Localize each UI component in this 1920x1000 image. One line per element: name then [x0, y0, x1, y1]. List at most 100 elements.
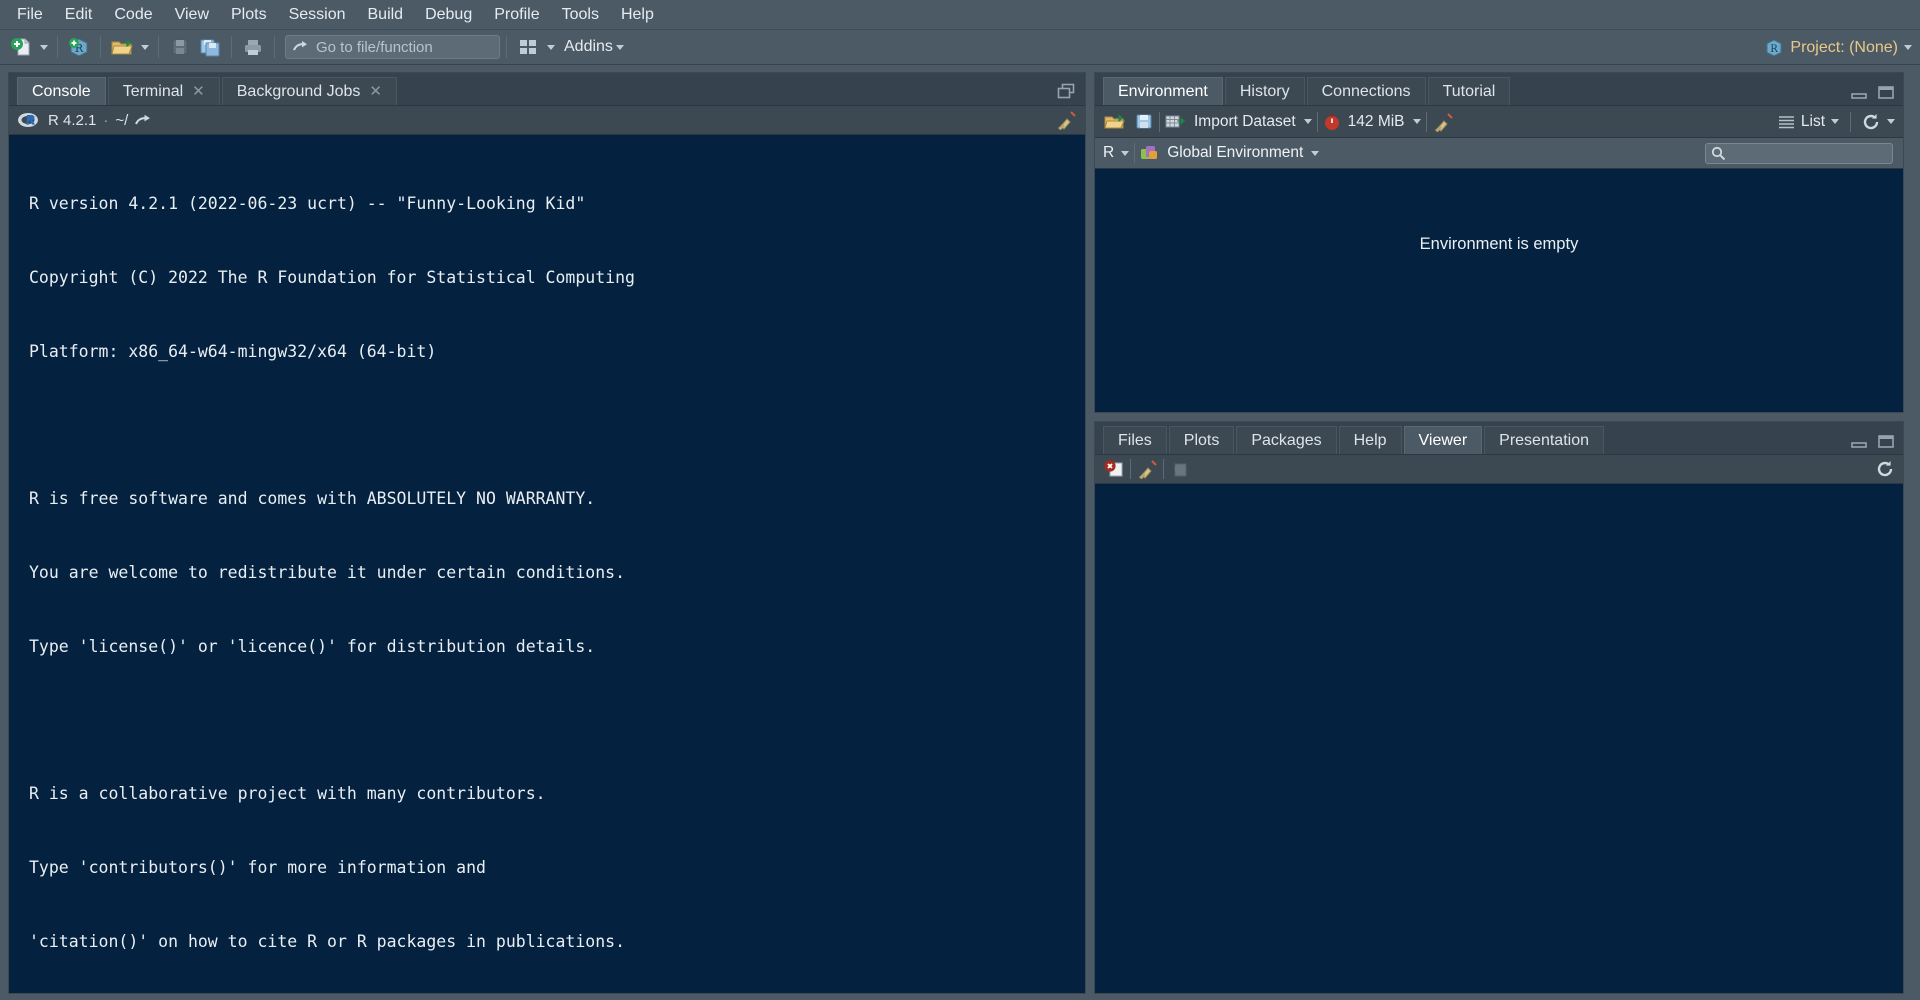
working-directory-label: ~/ — [115, 111, 129, 129]
menu-item-help[interactable]: Help — [610, 3, 665, 27]
project-selector[interactable]: R Project: (None) — [1764, 30, 1912, 65]
print-button[interactable] — [238, 33, 268, 61]
tab-history-label: History — [1239, 82, 1290, 100]
save-all-icon — [199, 37, 221, 57]
tab-terminal[interactable]: Terminal ✕ — [107, 77, 220, 105]
memory-usage-icon — [1323, 113, 1341, 131]
addins-dropdown[interactable] — [613, 33, 628, 61]
subbar-separator: · — [103, 111, 109, 129]
tab-packages-label: Packages — [1251, 431, 1322, 449]
maximize-pane-icon[interactable] — [1877, 434, 1895, 449]
viewer-contents[interactable] — [1095, 484, 1903, 993]
view-mode-label[interactable]: List — [1801, 113, 1825, 131]
close-icon[interactable]: ✕ — [369, 84, 382, 99]
menu-item-file[interactable]: File — [6, 3, 54, 27]
memory-usage-label[interactable]: 142 MiB — [1348, 113, 1405, 131]
tab-packages[interactable]: Packages — [1236, 426, 1337, 454]
toolbar-separator — [274, 36, 275, 58]
viewer-toolbar-right — [1876, 460, 1895, 478]
memory-usage-dropdown-caret[interactable] — [1412, 119, 1421, 124]
menu-item-code[interactable]: Code — [103, 3, 163, 27]
tab-help[interactable]: Help — [1338, 426, 1402, 454]
list-view-icon[interactable] — [1778, 115, 1795, 129]
new-project-icon: R — [68, 36, 90, 58]
open-file-button[interactable] — [107, 33, 137, 61]
maximize-pane-icon[interactable] — [1877, 85, 1895, 100]
global-environment-icon — [1140, 144, 1159, 162]
tab-connections[interactable]: Connections — [1306, 77, 1426, 105]
environment-toolbar: Import Dataset 142 MiB List — [1095, 106, 1903, 138]
tab-tutorial[interactable]: Tutorial — [1427, 77, 1511, 105]
toolbar-separator — [231, 36, 232, 58]
tab-terminal-label: Terminal — [122, 82, 184, 100]
menu-item-build[interactable]: Build — [357, 3, 415, 27]
menu-item-session[interactable]: Session — [278, 3, 357, 27]
broom-clear-icon[interactable] — [1055, 110, 1077, 131]
project-dropdown-caret[interactable] — [1904, 45, 1912, 50]
goto-file-function-input[interactable]: Go to file/function — [285, 35, 500, 59]
tab-files[interactable]: Files — [1103, 426, 1167, 454]
tab-history[interactable]: History — [1224, 77, 1305, 105]
save-all-button[interactable] — [195, 33, 225, 61]
menu-item-view[interactable]: View — [164, 3, 220, 27]
environment-scope-bar: R Global Environment — [1095, 138, 1903, 169]
workspace-panes-button[interactable] — [513, 33, 543, 61]
menu-item-debug[interactable]: Debug — [414, 3, 483, 27]
open-in-new-window-icon[interactable] — [135, 113, 152, 128]
view-mode-dropdown-caret[interactable] — [1831, 119, 1839, 124]
stop-page-icon[interactable] — [1103, 459, 1125, 479]
minimize-pane-icon[interactable] — [1850, 434, 1868, 449]
refresh-dropdown-caret[interactable] — [1887, 119, 1895, 124]
new-project-button[interactable]: R — [64, 33, 94, 61]
open-file-dropdown[interactable] — [137, 33, 152, 61]
tab-connections-label: Connections — [1321, 82, 1411, 100]
tab-console-label: Console — [32, 82, 91, 100]
close-icon[interactable]: ✕ — [192, 84, 205, 99]
show-in-new-window-icon[interactable] — [1169, 460, 1189, 479]
save-workspace-icon[interactable] — [1134, 112, 1154, 131]
menu-item-profile[interactable]: Profile — [483, 3, 550, 27]
tab-background-jobs[interactable]: Background Jobs ✕ — [221, 77, 397, 105]
refresh-icon[interactable] — [1862, 113, 1881, 131]
import-dataset-icon[interactable] — [1165, 113, 1187, 131]
environment-search-input[interactable] — [1705, 142, 1893, 164]
import-dataset-dropdown-caret[interactable] — [1303, 119, 1312, 124]
tab-environment[interactable]: Environment — [1103, 77, 1223, 105]
open-folder-icon — [110, 36, 134, 58]
environment-language-dropdown-caret[interactable] — [1121, 150, 1130, 156]
import-dataset-label[interactable]: Import Dataset — [1194, 113, 1296, 131]
viewer-toolbar — [1095, 455, 1903, 484]
tab-presentation[interactable]: Presentation — [1484, 426, 1604, 454]
menu-bar: File Edit Code View Plots Session Build … — [0, 0, 1920, 30]
menu-item-tools[interactable]: Tools — [551, 3, 610, 27]
tab-viewer[interactable]: Viewer — [1403, 426, 1483, 454]
workspace: Console Terminal ✕ Background Jobs ✕ R 4… — [0, 66, 1920, 1000]
new-file-button[interactable] — [6, 33, 36, 61]
toolbar-separator — [1134, 143, 1136, 163]
tab-plots[interactable]: Plots — [1168, 426, 1235, 454]
save-icon — [170, 37, 190, 57]
environment-language-label[interactable]: R — [1103, 144, 1114, 162]
global-environment-dropdown-caret[interactable] — [1311, 150, 1320, 156]
tab-console[interactable]: Console — [17, 77, 106, 105]
console-output[interactable]: R version 4.2.1 (2022-06-23 ucrt) -- "Fu… — [9, 135, 1085, 993]
save-button[interactable] — [165, 33, 195, 61]
console-subbar-right — [1055, 110, 1077, 131]
addins-button[interactable]: Addins — [564, 38, 613, 56]
global-environment-label[interactable]: Global Environment — [1167, 144, 1303, 162]
right-pane-column: Environment History Connections Tutorial — [1094, 72, 1904, 994]
menu-item-plots[interactable]: Plots — [220, 3, 278, 27]
broom-clear-icon[interactable] — [1432, 112, 1454, 132]
workspace-panes-dropdown[interactable] — [543, 33, 558, 61]
menu-item-edit[interactable]: Edit — [54, 3, 104, 27]
refresh-icon[interactable] — [1876, 460, 1895, 478]
new-file-dropdown[interactable] — [36, 33, 51, 61]
broom-clear-icon[interactable] — [1136, 459, 1158, 480]
minimize-pane-icon[interactable] — [1850, 85, 1868, 100]
open-workspace-icon[interactable] — [1103, 112, 1126, 132]
environment-tabstrip: Environment History Connections Tutorial — [1095, 73, 1903, 106]
toolbar-separator — [506, 36, 507, 58]
main-toolbar: R Go to file/function Addins R Project: … — [0, 30, 1920, 65]
restore-window-icon[interactable] — [1057, 83, 1077, 100]
toolbar-separator — [1163, 459, 1164, 479]
